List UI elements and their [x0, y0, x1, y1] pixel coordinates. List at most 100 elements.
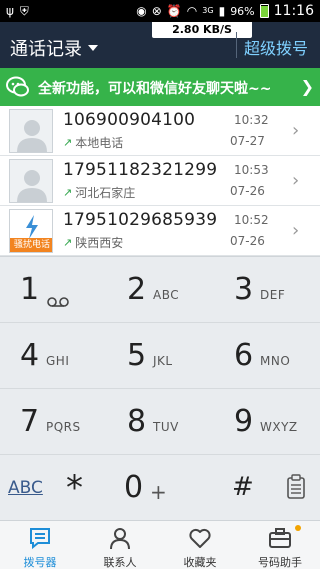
wechat-icon — [6, 76, 29, 97]
tab-favorites[interactable]: 收藏夹 — [160, 521, 240, 569]
key-digit: 1 — [20, 272, 40, 307]
call-time: 10:52 — [234, 213, 269, 227]
key-hash[interactable]: # — [214, 454, 274, 520]
voicemail-icon — [47, 297, 69, 307]
key-letters: JKL — [153, 354, 173, 368]
chevron-right-icon[interactable]: › — [292, 120, 299, 141]
key-digit: 2 — [127, 272, 147, 307]
key-star[interactable]: * — [50, 454, 110, 520]
chevron-down-icon — [88, 45, 98, 51]
network-speed: 2.80 KB/S — [152, 22, 252, 38]
bottom-nav: 拨号器 联系人 收藏夹 号码助手 — [0, 520, 320, 569]
tab-contacts[interactable]: 联系人 — [80, 521, 160, 569]
key-letters: DEF — [260, 288, 286, 302]
chevron-right-icon: ❯ — [300, 77, 314, 96]
avatar — [9, 109, 53, 153]
call-date: 07-26 — [230, 234, 265, 248]
tab-dialer[interactable]: 拨号器 — [0, 521, 80, 569]
call-log-menu[interactable]: 通话记录 — [10, 35, 98, 61]
status-bar: ψ ⛨ ◉ ⊗ ⏰ ◠ 3G ▮ 96% 11:16 — [0, 0, 320, 22]
key-letters: + — [150, 480, 168, 504]
tab-label: 联系人 — [103, 556, 137, 569]
key-digit: 0 — [124, 470, 144, 505]
key-4[interactable]: 4 GHI — [0, 322, 106, 388]
location-label: 河北石家庄 — [75, 186, 136, 200]
location-label: 陕西西安 — [75, 236, 124, 250]
key-1[interactable]: 1 — [0, 256, 106, 322]
signal-label: 3G — [202, 6, 214, 15]
person-icon — [110, 528, 130, 550]
notification-dot — [295, 525, 301, 531]
alarm-icon: ⏰ — [166, 4, 182, 18]
spam-tag: 骚扰电话 — [10, 238, 52, 252]
call-log-list: 106900904100 ↗ 本地电话 10:32 07-27 › 1795118… — [0, 106, 320, 256]
call-location: ↗ 本地电话 — [63, 134, 123, 151]
battery-percent: 96% — [230, 4, 255, 18]
key-0[interactable]: 0 + — [110, 454, 216, 520]
key-letters: PQRS — [46, 420, 81, 434]
call-row[interactable]: 17951182321299 ↗ 河北石家庄 10:53 07-26 › — [0, 156, 320, 206]
wifi-icon: ◠ — [186, 4, 198, 18]
call-date: 07-26 — [230, 184, 265, 198]
abc-keyboard-toggle[interactable]: ABC — [0, 454, 50, 520]
key-letters: MNO — [260, 354, 291, 368]
mute-icon: ⊗ — [151, 4, 162, 18]
outgoing-call-icon: ↗ — [63, 186, 73, 199]
usb-icon: ψ — [6, 4, 14, 18]
outgoing-call-icon: ↗ — [63, 136, 73, 149]
key-digit: # — [232, 472, 254, 502]
phone-number: 17951182321299 — [63, 160, 218, 180]
call-date: 07-27 — [230, 134, 265, 148]
key-5[interactable]: 5 JKL — [107, 322, 213, 388]
call-row[interactable]: 骚扰电话 17951029685939 ↗ 陕西西安 10:52 07-26 › — [0, 206, 320, 256]
key-letters: ABC — [153, 288, 180, 302]
key-6[interactable]: 6 MNO — [214, 322, 320, 388]
key-2[interactable]: 2 ABC — [107, 256, 213, 322]
chevron-right-icon[interactable]: › — [292, 170, 299, 191]
call-location: ↗ 陕西西安 — [63, 234, 123, 251]
paste-button[interactable] — [274, 454, 320, 520]
clipboard-icon — [287, 474, 305, 499]
person-icon — [17, 120, 47, 152]
call-time: 10:32 — [234, 113, 269, 127]
key-digit: 8 — [127, 404, 147, 439]
call-location: ↗ 河北石家庄 — [63, 184, 135, 201]
key-8[interactable]: 8 TUV — [107, 388, 213, 454]
call-row[interactable]: 106900904100 ↗ 本地电话 10:32 07-27 › — [0, 106, 320, 156]
key-letters: GHI — [46, 354, 70, 368]
key-digit: 9 — [234, 404, 254, 439]
clock: 11:16 — [273, 3, 314, 19]
key-digit: 5 — [127, 338, 147, 373]
outgoing-call-icon: ↗ — [63, 236, 73, 249]
tab-number-assistant[interactable]: 号码助手 — [240, 521, 320, 569]
signal-icon: ▮ — [218, 4, 226, 18]
wechat-promo-banner[interactable]: 全新功能，可以和微信好友聊天啦~~ ❯ — [0, 68, 320, 106]
key-9[interactable]: 9 WXYZ — [214, 388, 320, 454]
key-digit: 3 — [234, 272, 254, 307]
key-3[interactable]: 3 DEF — [214, 256, 320, 322]
super-dial-button[interactable]: 超级拨号 — [244, 35, 308, 59]
tab-label: 拨号器 — [23, 556, 57, 569]
phone-number: 106900904100 — [63, 110, 196, 130]
app-header: 通话记录 2.80 KB/S 超级拨号 — [0, 22, 320, 68]
header-divider — [236, 32, 237, 58]
key-7[interactable]: 7 PQRS — [0, 388, 106, 454]
toolbox-icon — [269, 528, 291, 548]
dialer-icon — [30, 528, 50, 550]
call-time: 10:53 — [234, 163, 269, 177]
key-digit: 6 — [234, 338, 254, 373]
chevron-right-icon[interactable]: › — [292, 220, 299, 241]
phone-number: 17951029685939 — [63, 210, 218, 230]
shield-icon: ⛨ — [19, 4, 29, 18]
key-letters: TUV — [153, 420, 179, 434]
key-digit: ABC — [8, 478, 43, 498]
avatar — [9, 159, 53, 203]
tab-label: 号码助手 — [258, 556, 302, 569]
avatar: 骚扰电话 — [9, 209, 53, 253]
page-title: 通话记录 — [10, 39, 82, 60]
key-digit: 7 — [20, 404, 40, 439]
key-digit: * — [66, 468, 83, 508]
heart-icon — [189, 528, 211, 548]
person-icon — [17, 170, 47, 202]
banner-text: 全新功能，可以和微信好友聊天啦~~ — [38, 81, 272, 97]
